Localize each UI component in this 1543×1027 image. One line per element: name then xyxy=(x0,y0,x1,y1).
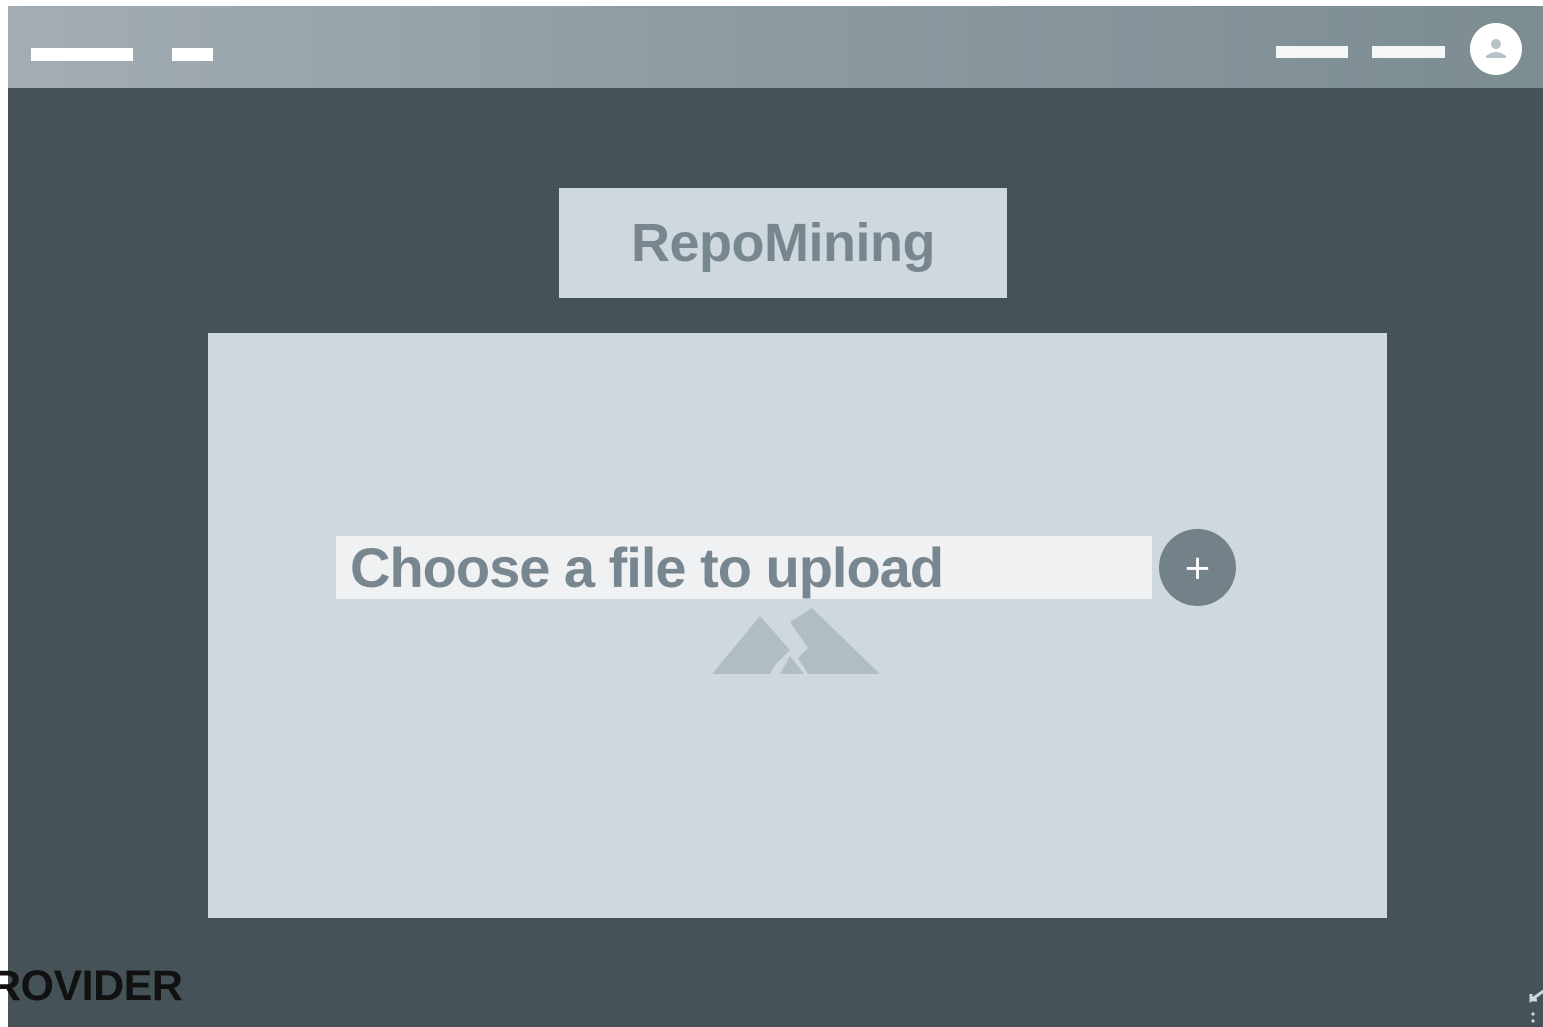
resize-arrow-icon xyxy=(1529,989,1543,1023)
avatar[interactable] xyxy=(1470,23,1522,75)
add-file-button[interactable]: + xyxy=(1159,529,1236,606)
file-upload-field[interactable]: Choose a file to upload xyxy=(336,536,1152,599)
nav-item-placeholder-1[interactable] xyxy=(31,48,133,61)
user-avatar-icon xyxy=(1486,39,1506,58)
nav-item-placeholder-2[interactable] xyxy=(172,48,213,61)
app-title: RepoMining xyxy=(631,213,935,273)
nav-item-placeholder-3[interactable] xyxy=(1276,46,1348,58)
upload-label: Choose a file to upload xyxy=(350,536,944,599)
watermark-label: ROVIDER xyxy=(0,962,183,1010)
app-window: RepoMining Choose a file to upload + xyxy=(8,6,1543,1027)
mountain-image-icon xyxy=(712,608,880,674)
top-nav-bar xyxy=(8,6,1543,88)
upload-panel[interactable]: Choose a file to upload + xyxy=(208,333,1387,918)
nav-item-placeholder-4[interactable] xyxy=(1372,46,1445,58)
app-title-box: RepoMining xyxy=(559,188,1007,298)
plus-icon: + xyxy=(1183,547,1212,588)
